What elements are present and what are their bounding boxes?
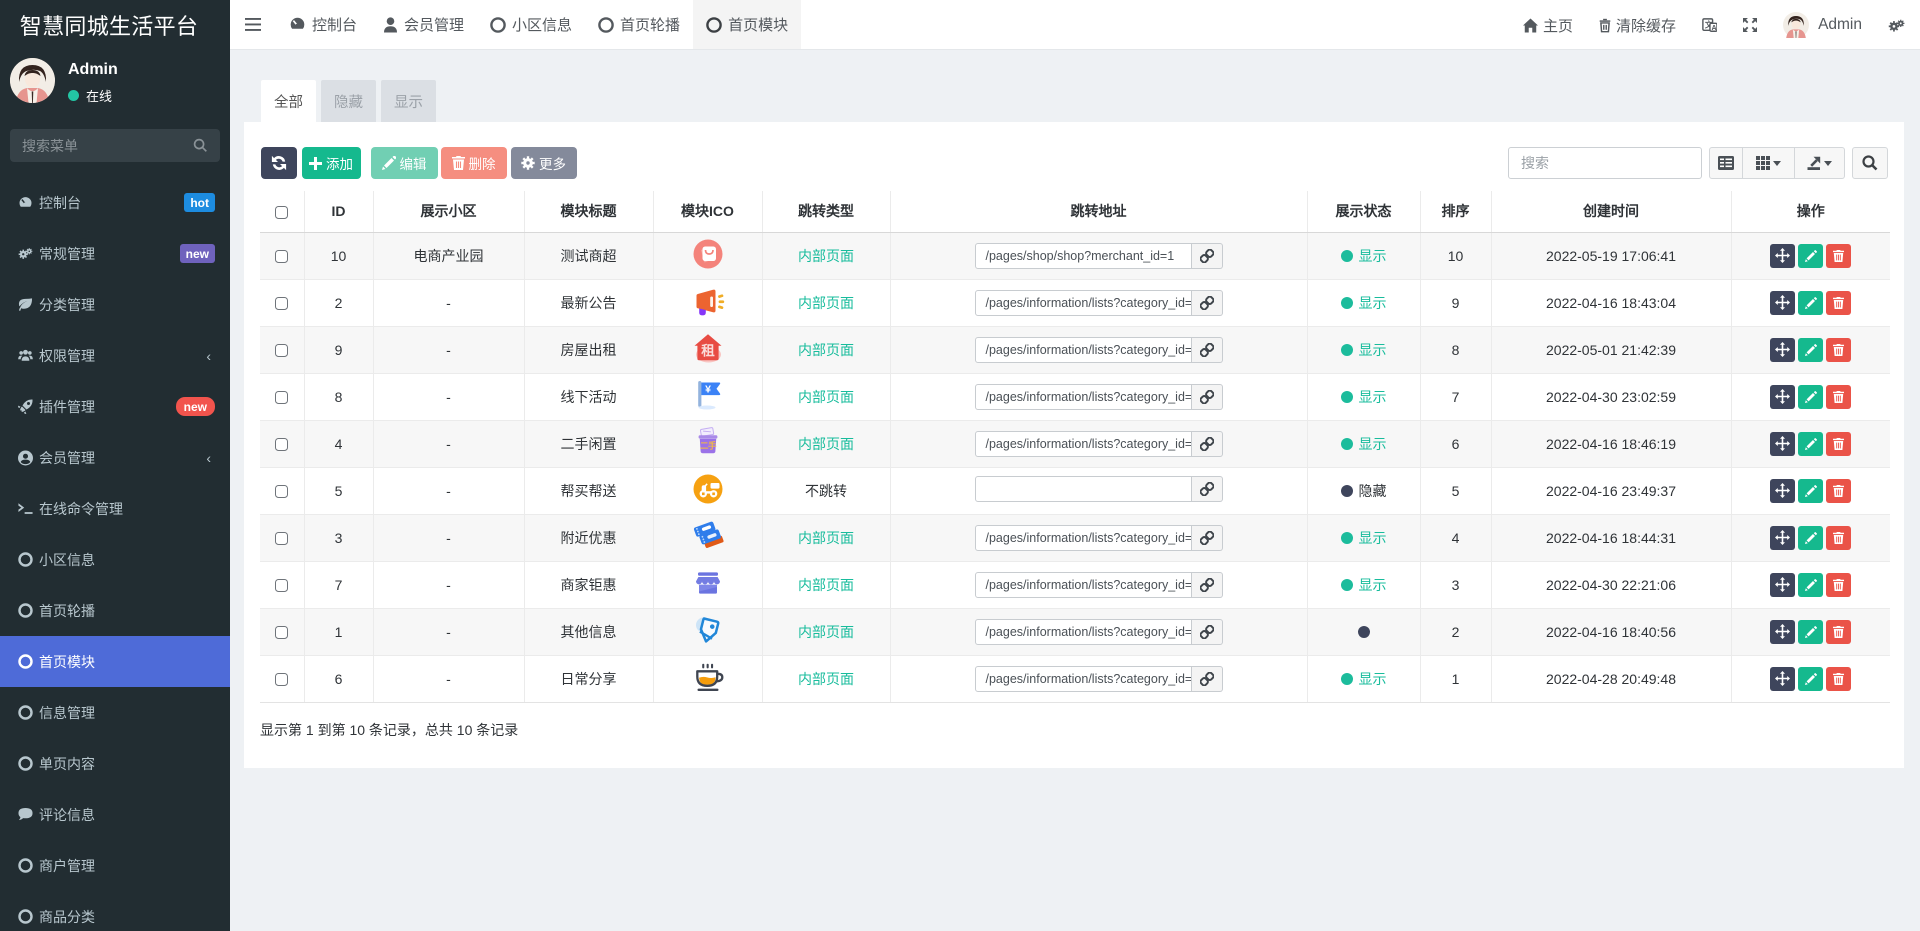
svg-text:¥: ¥ — [705, 384, 711, 396]
svg-text:A: A — [1712, 24, 1717, 31]
svg-text:二手: 二手 — [699, 441, 716, 451]
svg-text:租: 租 — [701, 342, 715, 358]
